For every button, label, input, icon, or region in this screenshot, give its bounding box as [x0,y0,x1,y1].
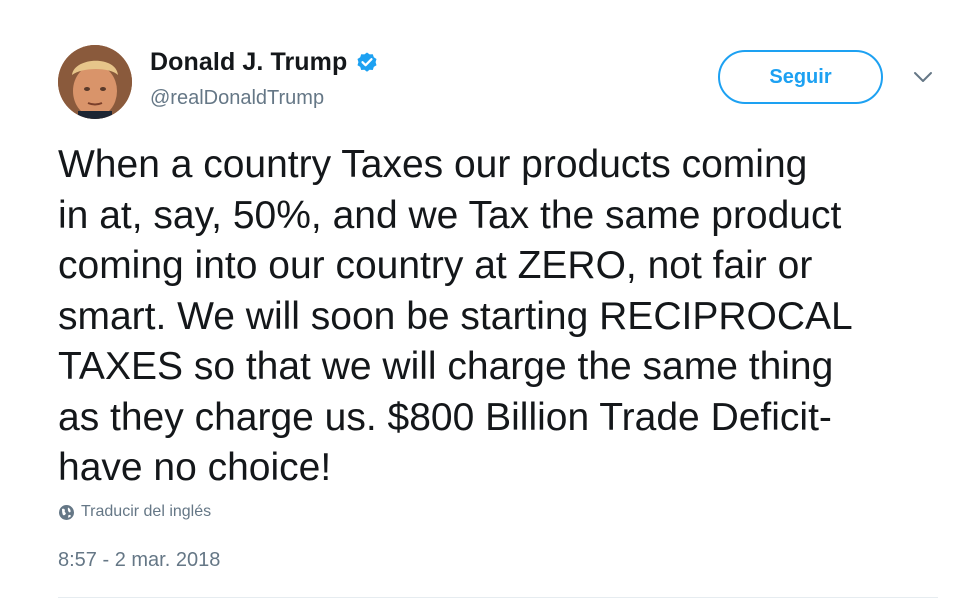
author-name-row: Donald J. Trump [150,48,379,77]
author-handle[interactable]: @realDonaldTrump [150,87,324,110]
verified-badge-icon [355,51,379,75]
profile-photo-icon [58,45,132,119]
tweet-text: When a country Taxes our products coming… [58,143,853,489]
globe-icon [58,504,75,521]
display-name[interactable]: Donald J. Trump [150,48,347,77]
follow-button[interactable]: Seguir [718,50,883,104]
divider [58,597,938,598]
tweet-card: Donald J. Trump @realDonaldTrump Seguir … [0,0,980,602]
translate-link[interactable]: Traducir del inglés [58,503,211,521]
tweet-timestamp[interactable]: 8:57 - 2 mar. 2018 [58,549,220,572]
translate-label: Traducir del inglés [81,503,212,520]
chevron-down-icon[interactable] [912,70,934,84]
avatar[interactable] [58,45,132,119]
